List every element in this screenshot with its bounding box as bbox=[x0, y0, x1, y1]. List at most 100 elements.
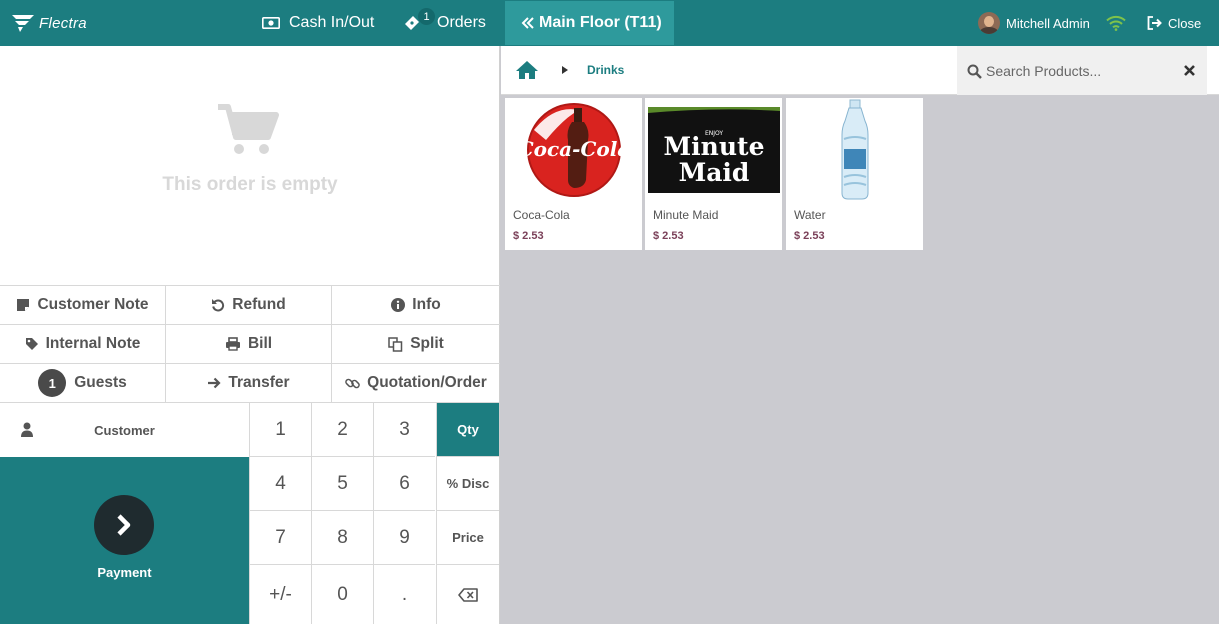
internal-note-label: Internal Note bbox=[45, 335, 141, 352]
user-name: Mitchell Admin bbox=[1006, 15, 1090, 31]
coca-cola-logo-image: Coca-Cola bbox=[505, 98, 642, 202]
pos-app: Flectra Cash In/Out 1 Orders Main Floor … bbox=[0, 0, 1219, 624]
numpad-key-1[interactable]: 1 bbox=[249, 403, 311, 457]
numpad-key-7[interactable]: 7 bbox=[249, 511, 311, 565]
info-icon bbox=[391, 298, 406, 312]
backspace-icon bbox=[458, 587, 478, 602]
transfer-button[interactable]: Transfer bbox=[166, 364, 332, 402]
transfer-label: Transfer bbox=[228, 374, 290, 391]
numpad-key-4[interactable]: 4 bbox=[249, 457, 311, 511]
svg-text:Coca-Cola: Coca-Cola bbox=[524, 137, 624, 161]
product-card-minute-maid[interactable]: ENJOY Minute Maid Minute Maid $ 2.53 bbox=[645, 98, 782, 250]
flectra-logo: Flectra bbox=[10, 11, 87, 35]
numpad-key-0[interactable]: 0 bbox=[311, 565, 373, 624]
orders-button[interactable]: 1 Orders bbox=[404, 0, 486, 46]
product-price: $ 2.53 bbox=[794, 230, 825, 242]
order-empty-state: This order is empty bbox=[0, 46, 500, 285]
search-input[interactable] bbox=[986, 58, 1176, 84]
undo-icon bbox=[211, 298, 225, 312]
customer-button[interactable]: Customer bbox=[0, 402, 249, 457]
payment-label: Payment bbox=[97, 565, 152, 580]
user-menu[interactable]: Mitchell Admin bbox=[978, 0, 1090, 46]
top-navbar: Flectra Cash In/Out 1 Orders Main Floor … bbox=[0, 0, 1219, 46]
svg-text:Minute: Minute bbox=[663, 132, 764, 161]
search-icon bbox=[967, 64, 982, 79]
floor-table-button[interactable]: Main Floor (T11) bbox=[505, 1, 674, 45]
numpad: 1 2 3 Qty 4 5 6 % Disc 7 8 9 Price +/- 0… bbox=[249, 402, 499, 624]
double-chevron-left-icon bbox=[521, 16, 535, 30]
numpad-key-9[interactable]: 9 bbox=[373, 511, 435, 565]
payment-button[interactable]: Payment bbox=[0, 457, 249, 624]
customer-note-button[interactable]: Customer Note bbox=[0, 286, 166, 324]
avatar bbox=[978, 12, 1000, 34]
arrow-right-icon bbox=[207, 376, 221, 390]
product-name: Coca-Cola bbox=[513, 208, 570, 222]
customer-label: Customer bbox=[94, 422, 155, 438]
quotation-order-button[interactable]: Quotation/Order bbox=[332, 364, 500, 402]
numpad-backspace-button[interactable] bbox=[436, 565, 499, 624]
control-row-2: Internal Note Bill Split bbox=[0, 324, 500, 363]
clear-search-icon[interactable] bbox=[1184, 65, 1195, 76]
floor-table-label: Main Floor (T11) bbox=[539, 14, 662, 31]
product-card-water[interactable]: Water $ 2.53 bbox=[786, 98, 923, 250]
info-label: Info bbox=[412, 296, 441, 313]
bill-button[interactable]: Bill bbox=[166, 325, 332, 363]
link-icon bbox=[345, 376, 360, 391]
product-name: Minute Maid bbox=[653, 208, 719, 222]
numpad-sign-toggle[interactable]: +/- bbox=[249, 565, 311, 624]
product-name: Water bbox=[794, 208, 826, 222]
split-label: Split bbox=[410, 335, 444, 352]
internal-note-button[interactable]: Internal Note bbox=[0, 325, 166, 363]
guests-label: Guests bbox=[74, 374, 127, 391]
numpad-key-6[interactable]: 6 bbox=[373, 457, 435, 511]
orders-count-badge: 1 bbox=[418, 8, 435, 25]
numpad-key-2[interactable]: 2 bbox=[311, 403, 373, 457]
numpad-price-mode[interactable]: Price bbox=[436, 511, 499, 565]
svg-text:Maid: Maid bbox=[678, 158, 749, 187]
cash-in-out-button[interactable]: Cash In/Out bbox=[262, 0, 374, 46]
bill-label: Bill bbox=[247, 335, 273, 352]
wifi-icon bbox=[1106, 0, 1126, 46]
numpad-key-3[interactable]: 3 bbox=[373, 403, 435, 457]
split-button[interactable]: Split bbox=[332, 325, 500, 363]
print-icon bbox=[225, 337, 241, 351]
close-label: Close bbox=[1168, 15, 1202, 31]
empty-order-text: This order is empty bbox=[162, 174, 338, 195]
flectra-logo-icon bbox=[12, 15, 34, 32]
numpad-qty-mode[interactable]: Qty bbox=[436, 403, 499, 457]
customer-note-label: Customer Note bbox=[37, 296, 149, 313]
product-search bbox=[957, 46, 1207, 95]
home-icon[interactable] bbox=[515, 60, 539, 80]
chevron-right-icon bbox=[94, 495, 154, 555]
copy-icon bbox=[388, 336, 403, 352]
info-button[interactable]: Info bbox=[332, 286, 500, 324]
cash-in-out-label: Cash In/Out bbox=[289, 14, 375, 31]
order-panel: This order is empty Customer Note Refund… bbox=[0, 46, 500, 624]
guests-count-badge: 1 bbox=[38, 369, 67, 397]
refund-label: Refund bbox=[232, 296, 286, 313]
breadcrumb-category[interactable]: Drinks bbox=[587, 63, 624, 77]
numpad-key-8[interactable]: 8 bbox=[311, 511, 373, 565]
user-icon bbox=[21, 422, 33, 441]
sticky-note-icon bbox=[16, 298, 30, 312]
refund-button[interactable]: Refund bbox=[166, 286, 332, 324]
control-row-3: 1 Guests Transfer Quotation/Order bbox=[0, 363, 500, 402]
close-button[interactable]: Close bbox=[1147, 0, 1201, 46]
orders-label: Orders bbox=[437, 14, 486, 31]
shopping-cart-icon bbox=[218, 104, 279, 154]
quotation-order-label: Quotation/Order bbox=[367, 374, 487, 391]
product-card-coca-cola[interactable]: Coca-Cola Coca-Cola $ 2.53 bbox=[505, 98, 642, 250]
minute-maid-logo-image: ENJOY Minute Maid bbox=[645, 98, 782, 202]
control-row-1: Customer Note Refund Info bbox=[0, 285, 500, 324]
logo-text: Flectra bbox=[39, 14, 87, 32]
tag-icon bbox=[25, 337, 39, 351]
numpad-key-5[interactable]: 5 bbox=[311, 457, 373, 511]
guests-button[interactable]: 1 Guests bbox=[0, 364, 166, 402]
numpad-discount-mode[interactable]: % Disc bbox=[436, 457, 499, 511]
water-bottle-image bbox=[786, 98, 923, 202]
numpad-decimal-key[interactable]: . bbox=[373, 565, 435, 624]
money-icon bbox=[262, 17, 280, 29]
caret-right-icon bbox=[562, 66, 568, 74]
product-price: $ 2.53 bbox=[513, 230, 544, 242]
product-price: $ 2.53 bbox=[653, 230, 684, 242]
